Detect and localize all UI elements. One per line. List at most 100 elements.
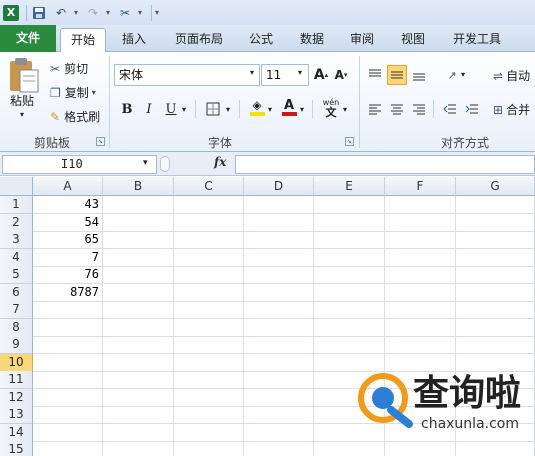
cell-e1[interactable] — [314, 196, 385, 214]
align-bottom-icon[interactable] — [409, 65, 429, 85]
cell-c3[interactable] — [174, 231, 244, 249]
cell-d6[interactable] — [244, 283, 314, 302]
cell-a6[interactable]: 8787 — [33, 283, 103, 302]
cell-a1[interactable]: 43 — [33, 196, 103, 214]
align-left-icon[interactable] — [365, 99, 385, 119]
cell-d3[interactable] — [244, 231, 314, 249]
cell-b6[interactable] — [103, 283, 174, 302]
cell-c2[interactable] — [174, 213, 244, 232]
fill-color-button[interactable]: ◈ — [247, 97, 267, 117]
cell-c8[interactable] — [174, 318, 244, 337]
cell-a12[interactable] — [33, 388, 103, 407]
cell-b11[interactable] — [103, 371, 174, 389]
redo-icon[interactable]: ↷ — [84, 4, 102, 22]
cell-e4[interactable] — [314, 248, 385, 267]
align-right-icon[interactable] — [409, 99, 429, 119]
bold-button[interactable]: B — [117, 99, 137, 119]
cell-d1[interactable] — [244, 196, 314, 214]
underline-dropdown-icon[interactable]: ▾ — [182, 105, 186, 114]
row-header-14[interactable]: 14 — [0, 423, 33, 442]
cell-f9[interactable] — [385, 336, 456, 354]
cell-a7[interactable] — [33, 301, 103, 319]
merge-center-button[interactable]: ⊞ 合并 — [493, 101, 530, 118]
name-box[interactable]: I10 — [2, 155, 157, 174]
cell-d12[interactable] — [244, 388, 314, 407]
italic-button[interactable]: I — [139, 99, 159, 119]
row-header-9[interactable]: 9 — [0, 336, 33, 354]
formula-input[interactable] — [235, 155, 535, 174]
cell-c14[interactable] — [174, 423, 244, 442]
borders-icon[interactable] — [203, 99, 223, 119]
align-top-icon[interactable] — [365, 65, 385, 85]
cell-g6[interactable] — [456, 283, 535, 302]
orientation-dropdown-icon[interactable]: ▾ — [461, 70, 465, 79]
cell-a10[interactable] — [33, 353, 103, 372]
cell-b10[interactable] — [103, 353, 174, 372]
cell-a2[interactable]: 54 — [33, 213, 103, 232]
cell-b15[interactable] — [103, 441, 174, 456]
cell-d15[interactable] — [244, 441, 314, 456]
row-header-11[interactable]: 11 — [0, 371, 33, 389]
custom-tool-icon[interactable]: ✂ — [116, 4, 134, 22]
excel-logo-icon[interactable]: X — [3, 4, 19, 21]
cell-d9[interactable] — [244, 336, 314, 354]
cell-f10[interactable] — [385, 353, 456, 372]
cell-b9[interactable] — [103, 336, 174, 354]
name-box-dropdown-icon[interactable]: ▾ — [143, 158, 148, 168]
cell-b8[interactable] — [103, 318, 174, 337]
cell-f4[interactable] — [385, 248, 456, 267]
row-header-13[interactable]: 13 — [0, 406, 33, 424]
row-header-12[interactable]: 12 — [0, 388, 33, 407]
tab-developer[interactable]: 开发工具 — [442, 28, 512, 52]
column-header-d[interactable]: D — [244, 177, 314, 196]
cell-c6[interactable] — [174, 283, 244, 302]
cell-f1[interactable] — [385, 196, 456, 214]
tab-view[interactable]: 视图 — [392, 28, 434, 52]
font-color-button[interactable]: A — [279, 97, 299, 117]
cell-a5[interactable]: 76 — [33, 266, 103, 284]
cell-a8[interactable] — [33, 318, 103, 337]
cell-d8[interactable] — [244, 318, 314, 337]
cell-f5[interactable] — [385, 266, 456, 284]
row-header-4[interactable]: 4 — [0, 248, 33, 267]
cell-c4[interactable] — [174, 248, 244, 267]
phonetic-button[interactable]: wén 文 — [319, 98, 343, 118]
cell-b1[interactable] — [103, 196, 174, 214]
cell-e10[interactable] — [314, 353, 385, 372]
clipboard-launcher-icon[interactable]: ↘ — [96, 137, 105, 146]
insert-function-icon[interactable]: fx — [214, 155, 226, 169]
column-header-c[interactable]: C — [174, 177, 244, 196]
cell-a4[interactable]: 7 — [33, 248, 103, 267]
cell-e5[interactable] — [314, 266, 385, 284]
tab-home[interactable]: 开始 — [60, 28, 106, 53]
cell-a11[interactable] — [33, 371, 103, 389]
cell-d14[interactable] — [244, 423, 314, 442]
grow-font-button[interactable]: A ▴ — [311, 65, 331, 85]
customize-qat-icon[interactable]: ▾ — [155, 8, 159, 17]
cell-a15[interactable] — [33, 441, 103, 456]
cell-c1[interactable] — [174, 196, 244, 214]
cell-d7[interactable] — [244, 301, 314, 319]
cell-g7[interactable] — [456, 301, 535, 319]
redo-dropdown-icon[interactable]: ▾ — [106, 8, 110, 17]
column-header-b[interactable]: B — [103, 177, 174, 196]
save-icon[interactable] — [30, 4, 48, 22]
cell-a14[interactable] — [33, 423, 103, 442]
cell-f6[interactable] — [385, 283, 456, 302]
font-color-dropdown-icon[interactable]: ▾ — [300, 105, 304, 114]
tab-review[interactable]: 审阅 — [340, 28, 384, 52]
cell-c9[interactable] — [174, 336, 244, 354]
borders-dropdown-icon[interactable]: ▾ — [226, 105, 230, 114]
cell-f8[interactable] — [385, 318, 456, 337]
column-header-a[interactable]: A — [33, 177, 103, 196]
cell-a3[interactable]: 65 — [33, 231, 103, 249]
select-all-corner[interactable] — [0, 177, 33, 196]
tab-data[interactable]: 数据 — [290, 28, 334, 52]
row-header-2[interactable]: 2 — [0, 213, 33, 232]
formula-bar-splitter[interactable] — [160, 156, 170, 172]
shrink-font-button[interactable]: A ▾ — [331, 65, 351, 85]
cell-b7[interactable] — [103, 301, 174, 319]
format-painter-button[interactable]: ✎ 格式刷 — [50, 108, 100, 125]
wrap-text-button[interactable]: ⇌ 自动 — [493, 67, 530, 84]
cell-d10[interactable] — [244, 353, 314, 372]
